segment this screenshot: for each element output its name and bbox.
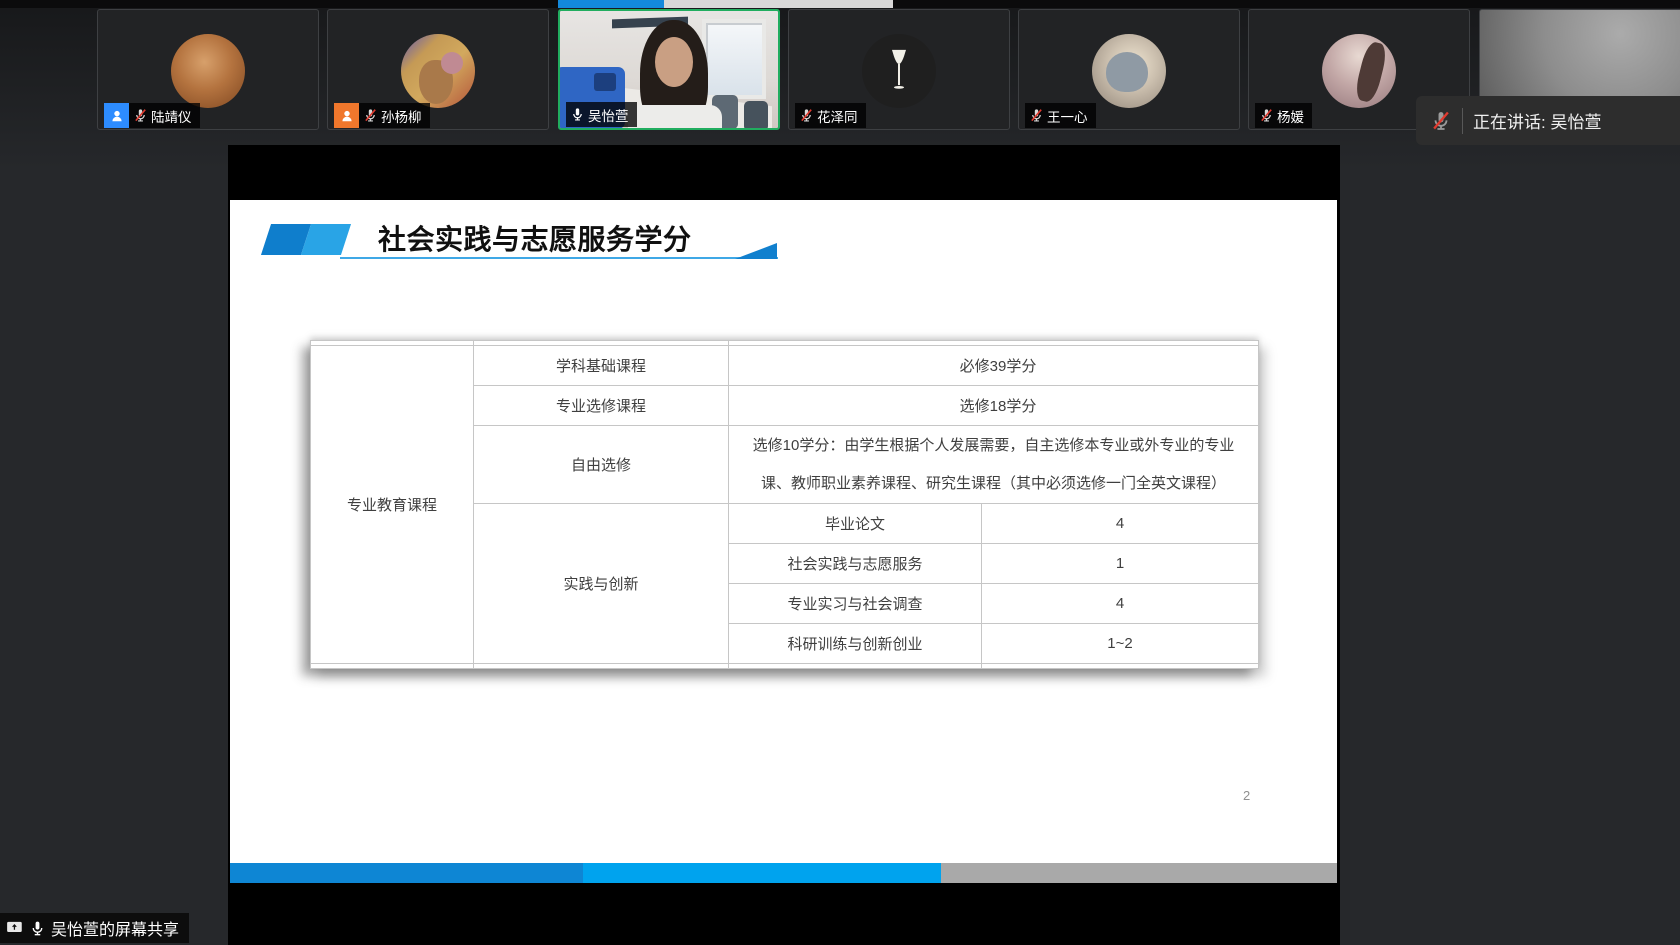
title-arrow-decoration bbox=[735, 243, 777, 259]
top-edge-blue-segment bbox=[558, 0, 664, 8]
top-edge-light-segment bbox=[664, 0, 893, 8]
table-row bbox=[311, 664, 1259, 669]
participant-name: 吴怡萱 bbox=[588, 105, 629, 125]
table-row: 专业教育课程 学科基础课程 必修39学分 bbox=[311, 346, 1259, 386]
title-decoration-parallelogram bbox=[301, 224, 351, 255]
participant-name-chip: 吴怡萱 bbox=[566, 102, 637, 127]
mic-muted-icon bbox=[133, 108, 148, 123]
speaking-banner-label: 正在讲话: 吴怡萱 bbox=[1473, 108, 1601, 133]
active-speaker-banner: 正在讲话: 吴怡萱 bbox=[1416, 96, 1680, 145]
table-cell-label: 科研训练与创新创业 bbox=[729, 624, 982, 664]
participant-name: 陆靖仪 bbox=[151, 106, 192, 126]
table-cell-label: 专业实习与社会调查 bbox=[729, 584, 982, 624]
slide-title: 社会实践与志愿服务学分 bbox=[378, 218, 692, 258]
divider bbox=[1462, 108, 1463, 134]
table-cell-value: 4 bbox=[982, 584, 1259, 624]
wine-glass-icon bbox=[882, 47, 916, 95]
table-cell-category: 专业教育课程 bbox=[311, 346, 474, 664]
participant-name-chip: 陆靖仪 bbox=[129, 103, 200, 128]
footer-bar-blue-segment bbox=[230, 863, 583, 883]
participant-name: 王一心 bbox=[1047, 106, 1088, 126]
participant-name-chip: 孙杨柳 bbox=[359, 103, 430, 128]
meeting-window: { "filmstrip": { "participants": [ { "na… bbox=[0, 0, 1680, 945]
table-cell-value: 选修10学分：由学生根据个人发展需要，自主选修本专业或外专业的专业课、教师职业素… bbox=[729, 426, 1259, 504]
avatar bbox=[171, 34, 245, 108]
participant-name: 杨媛 bbox=[1277, 106, 1304, 126]
screen-share-indicator: 吴怡萱的屏幕共享 bbox=[0, 913, 189, 943]
slide-footer-bar bbox=[230, 863, 1337, 883]
table-cell-value: 1 bbox=[982, 544, 1259, 584]
participant-name-chip: 花泽同 bbox=[795, 103, 866, 128]
person-role-badge-icon bbox=[334, 103, 359, 128]
video-tile-participant-4[interactable]: 花泽同 bbox=[788, 9, 1010, 130]
video-tile-participant-2[interactable]: 孙杨柳 bbox=[327, 9, 549, 130]
table-cell-label: 专业选修课程 bbox=[474, 386, 729, 426]
table-cell-label: 毕业论文 bbox=[729, 504, 982, 544]
slide-page-number: 2 bbox=[1243, 788, 1250, 803]
avatar bbox=[1092, 34, 1166, 108]
table-cell-value: 必修39学分 bbox=[729, 346, 1259, 386]
footer-bar-gray-segment bbox=[941, 863, 1337, 883]
mic-muted-icon bbox=[1259, 108, 1274, 123]
avatar bbox=[1322, 34, 1396, 108]
screen-share-icon bbox=[6, 919, 24, 937]
mic-muted-icon bbox=[799, 108, 814, 123]
credits-table: 专业教育课程 学科基础课程 必修39学分 专业选修课程 选修18学分 自由选修 … bbox=[310, 340, 1259, 669]
mic-on-icon bbox=[570, 107, 585, 122]
screen-share-label: 吴怡萱的屏幕共享 bbox=[51, 916, 179, 940]
participant-name-chip: 杨媛 bbox=[1255, 103, 1312, 128]
title-underline bbox=[340, 257, 778, 259]
participant-name: 孙杨柳 bbox=[381, 106, 422, 126]
table-cell-label: 社会实践与志愿服务 bbox=[729, 544, 982, 584]
table-cell-label: 学科基础课程 bbox=[474, 346, 729, 386]
table-cell-label: 自由选修 bbox=[474, 426, 729, 504]
avatar bbox=[401, 34, 475, 108]
mic-muted-icon bbox=[363, 108, 378, 123]
table-cell-value: 1~2 bbox=[982, 624, 1259, 664]
video-tile-participant-5[interactable]: 王一心 bbox=[1018, 9, 1240, 130]
avatar bbox=[862, 34, 936, 108]
video-tile-active-speaker[interactable]: 吴怡萱 bbox=[558, 9, 780, 130]
table-cell-value: 4 bbox=[982, 504, 1259, 544]
mic-muted-icon bbox=[1029, 108, 1044, 123]
person-role-badge-icon bbox=[104, 103, 129, 128]
table-cell-group: 实践与创新 bbox=[474, 504, 729, 664]
participant-name: 花泽同 bbox=[817, 106, 858, 126]
mic-muted-icon bbox=[1430, 110, 1452, 132]
top-edge-strip bbox=[0, 0, 1680, 8]
participant-name-chip: 王一心 bbox=[1025, 103, 1096, 128]
mic-on-icon bbox=[29, 920, 46, 937]
video-tile-participant-1[interactable]: 陆靖仪 bbox=[97, 9, 319, 130]
presentation-slide: 社会实践与志愿服务学分 专业教育课程 学科基础课程 必修39学分 专业选修课程 … bbox=[230, 200, 1337, 863]
footer-bar-lightblue-segment bbox=[583, 863, 941, 883]
table-cell-value: 选修18学分 bbox=[729, 386, 1259, 426]
